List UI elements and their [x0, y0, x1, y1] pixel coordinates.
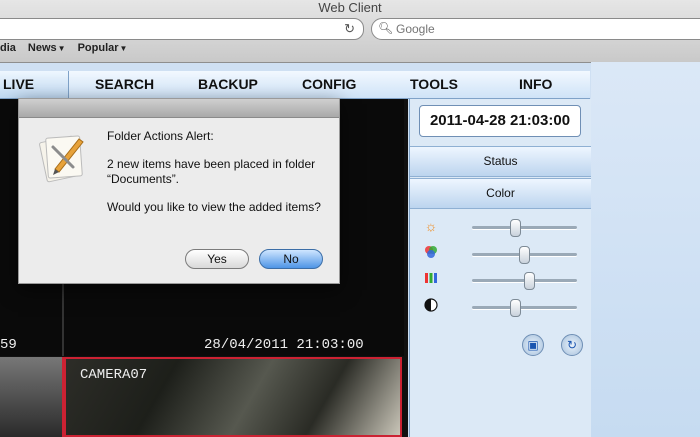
- no-button[interactable]: No: [259, 249, 323, 269]
- color-circles-icon: [422, 244, 440, 262]
- color-bars-icon: [422, 270, 440, 288]
- folder-actions-dialog: Folder Actions Alert: 2 new items have b…: [18, 98, 340, 284]
- yes-button[interactable]: Yes: [185, 249, 249, 269]
- chevron-down-icon: ▼: [57, 44, 66, 53]
- datetime-display: 2011-04-28 21:03:00: [419, 105, 581, 137]
- bookmark-popular-label: Popular: [77, 42, 119, 54]
- search-field[interactable]: 🔍︎: [371, 18, 700, 40]
- brightness-slider[interactable]: [472, 219, 577, 237]
- dialog-titlebar[interactable]: [19, 99, 339, 118]
- saturation-slider-row: [422, 270, 582, 290]
- bookmark-news[interactable]: News▼: [28, 42, 66, 58]
- bookmarks-bar: dia News▼ Popular▼: [0, 42, 127, 58]
- brightness-icon: ☼: [424, 218, 438, 234]
- tab-backup[interactable]: BACKUP: [198, 76, 258, 92]
- search-icon: 🔍︎: [378, 21, 394, 35]
- refresh-icon: ↻: [566, 338, 578, 352]
- dialog-title: Folder Actions Alert:: [107, 129, 214, 143]
- contrast-slider-row: [422, 297, 582, 317]
- page-background: [591, 62, 700, 437]
- reset-settings-button[interactable]: ↻: [561, 334, 583, 356]
- contrast-icon: [422, 297, 440, 315]
- color-button[interactable]: Color: [410, 178, 591, 209]
- dialog-body: 2 new items have been placed in folder “…: [107, 157, 316, 186]
- control-panel: 2011-04-28 21:03:00 Status Color ☼ ▣ ↻: [409, 99, 592, 437]
- reload-icon[interactable]: ↻: [344, 21, 355, 37]
- main-nav: LIVE SEARCH BACKUP CONFIG TOOLS INFO: [0, 71, 590, 99]
- save-icon: ▣: [527, 338, 539, 352]
- save-settings-button[interactable]: ▣: [522, 334, 544, 356]
- search-input[interactable]: [394, 21, 698, 37]
- script-editor-icon: [35, 129, 91, 185]
- camera-1-timestamp: 59: [0, 337, 17, 353]
- bookmark-news-label: News: [27, 42, 57, 54]
- chevron-down-icon: ▼: [119, 44, 128, 53]
- tab-search[interactable]: SEARCH: [95, 76, 154, 92]
- contrast-slider-thumb[interactable]: [509, 299, 521, 317]
- brightness-slider-row: ☼: [422, 217, 582, 237]
- dialog-question: Would you like to view the added items?: [107, 200, 321, 214]
- tab-live[interactable]: LIVE: [3, 76, 34, 92]
- hue-slider[interactable]: [472, 246, 577, 264]
- camera-4-label: CAMERA07: [80, 367, 148, 383]
- window-title: Web Client: [318, 0, 382, 15]
- status-button[interactable]: Status: [410, 146, 591, 177]
- dialog-message: Folder Actions Alert: 2 new items have b…: [107, 129, 327, 228]
- tab-info[interactable]: INFO: [519, 76, 552, 92]
- brightness-slider-thumb[interactable]: [509, 219, 521, 237]
- camera-panel-4[interactable]: CAMERA07: [64, 357, 402, 437]
- browser-toolbar: Web Client ↻ 🔍︎ dia News▼ Popular▼: [0, 0, 700, 63]
- bookmark-popular[interactable]: Popular▼: [78, 42, 128, 58]
- tab-tools[interactable]: TOOLS: [410, 76, 458, 92]
- camera-2-timestamp: 28/04/2011 21:03:00: [204, 337, 364, 353]
- saturation-slider[interactable]: [472, 272, 577, 290]
- hue-slider-row: [422, 244, 582, 264]
- tab-config[interactable]: CONFIG: [302, 76, 356, 92]
- saturation-slider-thumb[interactable]: [523, 272, 535, 290]
- address-bar[interactable]: ↻: [0, 18, 364, 40]
- camera-panel-3[interactable]: [0, 357, 64, 437]
- contrast-slider[interactable]: [472, 299, 577, 317]
- bookmark-dia[interactable]: dia: [0, 42, 16, 58]
- hue-slider-thumb[interactable]: [519, 246, 530, 264]
